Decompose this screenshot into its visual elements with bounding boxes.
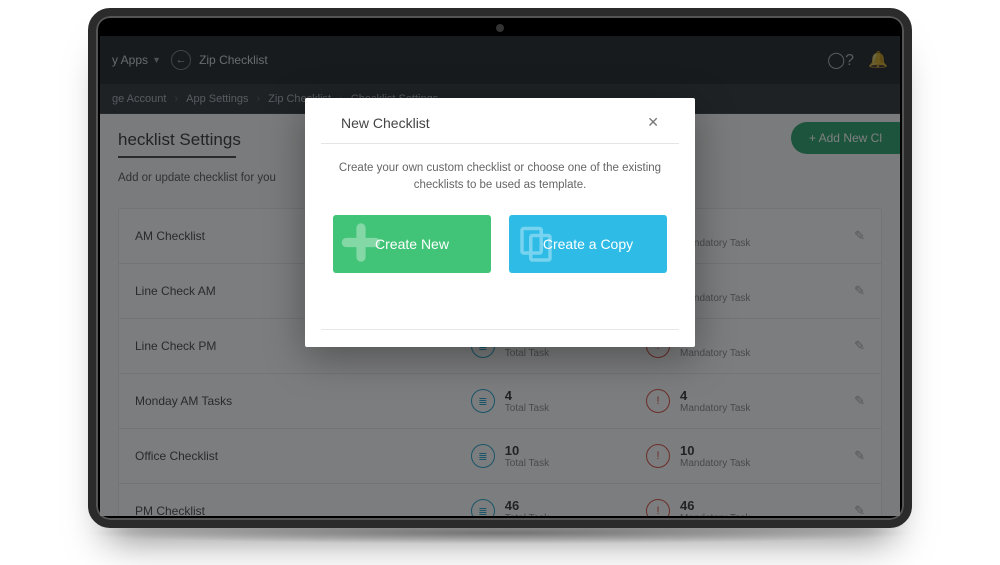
modal-footer-divider <box>321 329 679 347</box>
modal-title: New Checklist <box>341 115 430 131</box>
app-screen: y Apps ▾ ← Zip Checklist ◯? 🔔 ge Account… <box>100 36 900 516</box>
new-checklist-modal: New Checklist ✕ Create your own custom c… <box>305 98 695 347</box>
copy-icon <box>515 221 557 266</box>
modal-header: New Checklist ✕ <box>321 98 679 144</box>
modal-overlay[interactable]: New Checklist ✕ Create your own custom c… <box>100 36 900 516</box>
modal-description: Create your own custom checklist or choo… <box>331 160 669 195</box>
create-copy-button[interactable]: Create a Copy <box>509 215 667 273</box>
modal-options: Create New Create a Copy <box>331 215 669 273</box>
laptop-frame: y Apps ▾ ← Zip Checklist ◯? 🔔 ge Account… <box>88 8 912 528</box>
plus-icon <box>339 220 383 267</box>
close-icon[interactable]: ✕ <box>647 114 659 131</box>
modal-body: Create your own custom checklist or choo… <box>305 144 695 301</box>
create-new-label: Create New <box>375 236 449 252</box>
create-new-button[interactable]: Create New <box>333 215 491 273</box>
camera-dot <box>496 24 504 32</box>
